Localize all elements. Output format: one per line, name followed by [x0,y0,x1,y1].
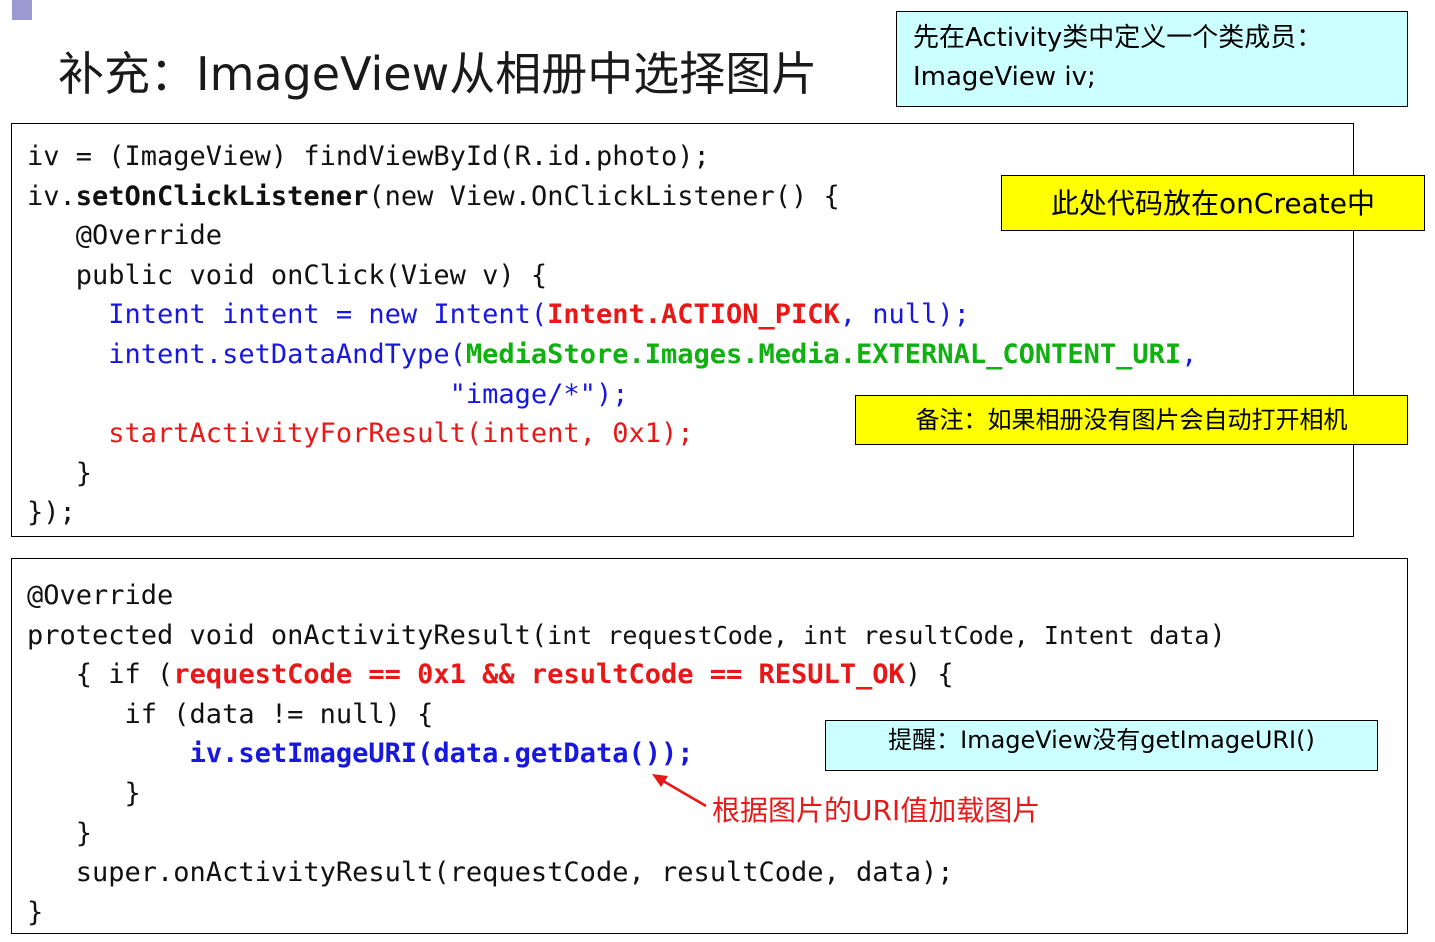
code-line: protected void onActivityResult(int requ… [27,616,1226,656]
code-line: Intent intent = new Intent(Intent.ACTION… [27,295,1197,335]
code-line: } [27,817,93,849]
code-line: super.onActivityResult(requestCode, resu… [27,857,954,889]
code-token-condition: requestCode == 0x1 && resultCode == RESU… [173,659,905,691]
class-member-note-line1: 先在Activity类中定义一个类成员： [913,23,1323,53]
code-token-seturi: iv.setImageURI(data.getData()); [189,738,694,770]
code-line: public void onClick(View v) { [27,259,548,291]
code-token: (new View.OnClickListener() { [368,180,840,212]
code-token: ) { [904,659,954,691]
code-token-uri: MediaStore.Images.Media.EXTERNAL_CONTENT… [465,338,1182,370]
code-line: @Override [27,580,174,611]
code-token: iv. [27,180,76,212]
oncreate-note: 此处代码放在onCreate中 [1001,175,1425,231]
code-line: } [27,777,141,809]
code-token-params: int requestCode, int resultCode, Intent … [547,620,1210,650]
class-member-note-line2: ImageView iv; [913,62,1096,92]
code-line: } [27,896,44,928]
slide-title: 补充：ImageView从相册中选择图片 [58,47,818,101]
code-token: protected void onActivityResult( [27,619,548,651]
class-member-note: 先在Activity类中定义一个类成员： ImageView iv; [896,11,1408,107]
code-line: { if (requestCode == 0x1 && resultCode =… [27,655,1226,695]
code-line: } [27,457,93,489]
code-token: Intent intent = new Intent( [27,299,548,331]
arrow-label: 根据图片的URI值加载图片 [712,794,1041,827]
code-token: { if ( [27,659,174,691]
arrow-icon [652,774,707,808]
code-token-action: Intent.ACTION_PICK [547,299,840,331]
reminder-note: 提醒：ImageView没有getImageURI() [825,720,1378,771]
code-token: , [1181,338,1198,370]
code-line: }); [27,497,76,529]
camera-note: 备注：如果相册没有图片会自动打开相机 [855,395,1408,445]
corner-decoration [12,0,32,20]
code-token-method: setOnClickListener [75,180,369,212]
code-token: ) [1209,619,1226,651]
code-line: intent.setDataAndType(MediaStore.Images.… [27,335,1197,375]
code-line: iv = (ImageView) findViewById(R.id.photo… [27,141,710,172]
code-token: , null); [839,299,970,331]
code-token: intent.setDataAndType( [27,338,466,370]
